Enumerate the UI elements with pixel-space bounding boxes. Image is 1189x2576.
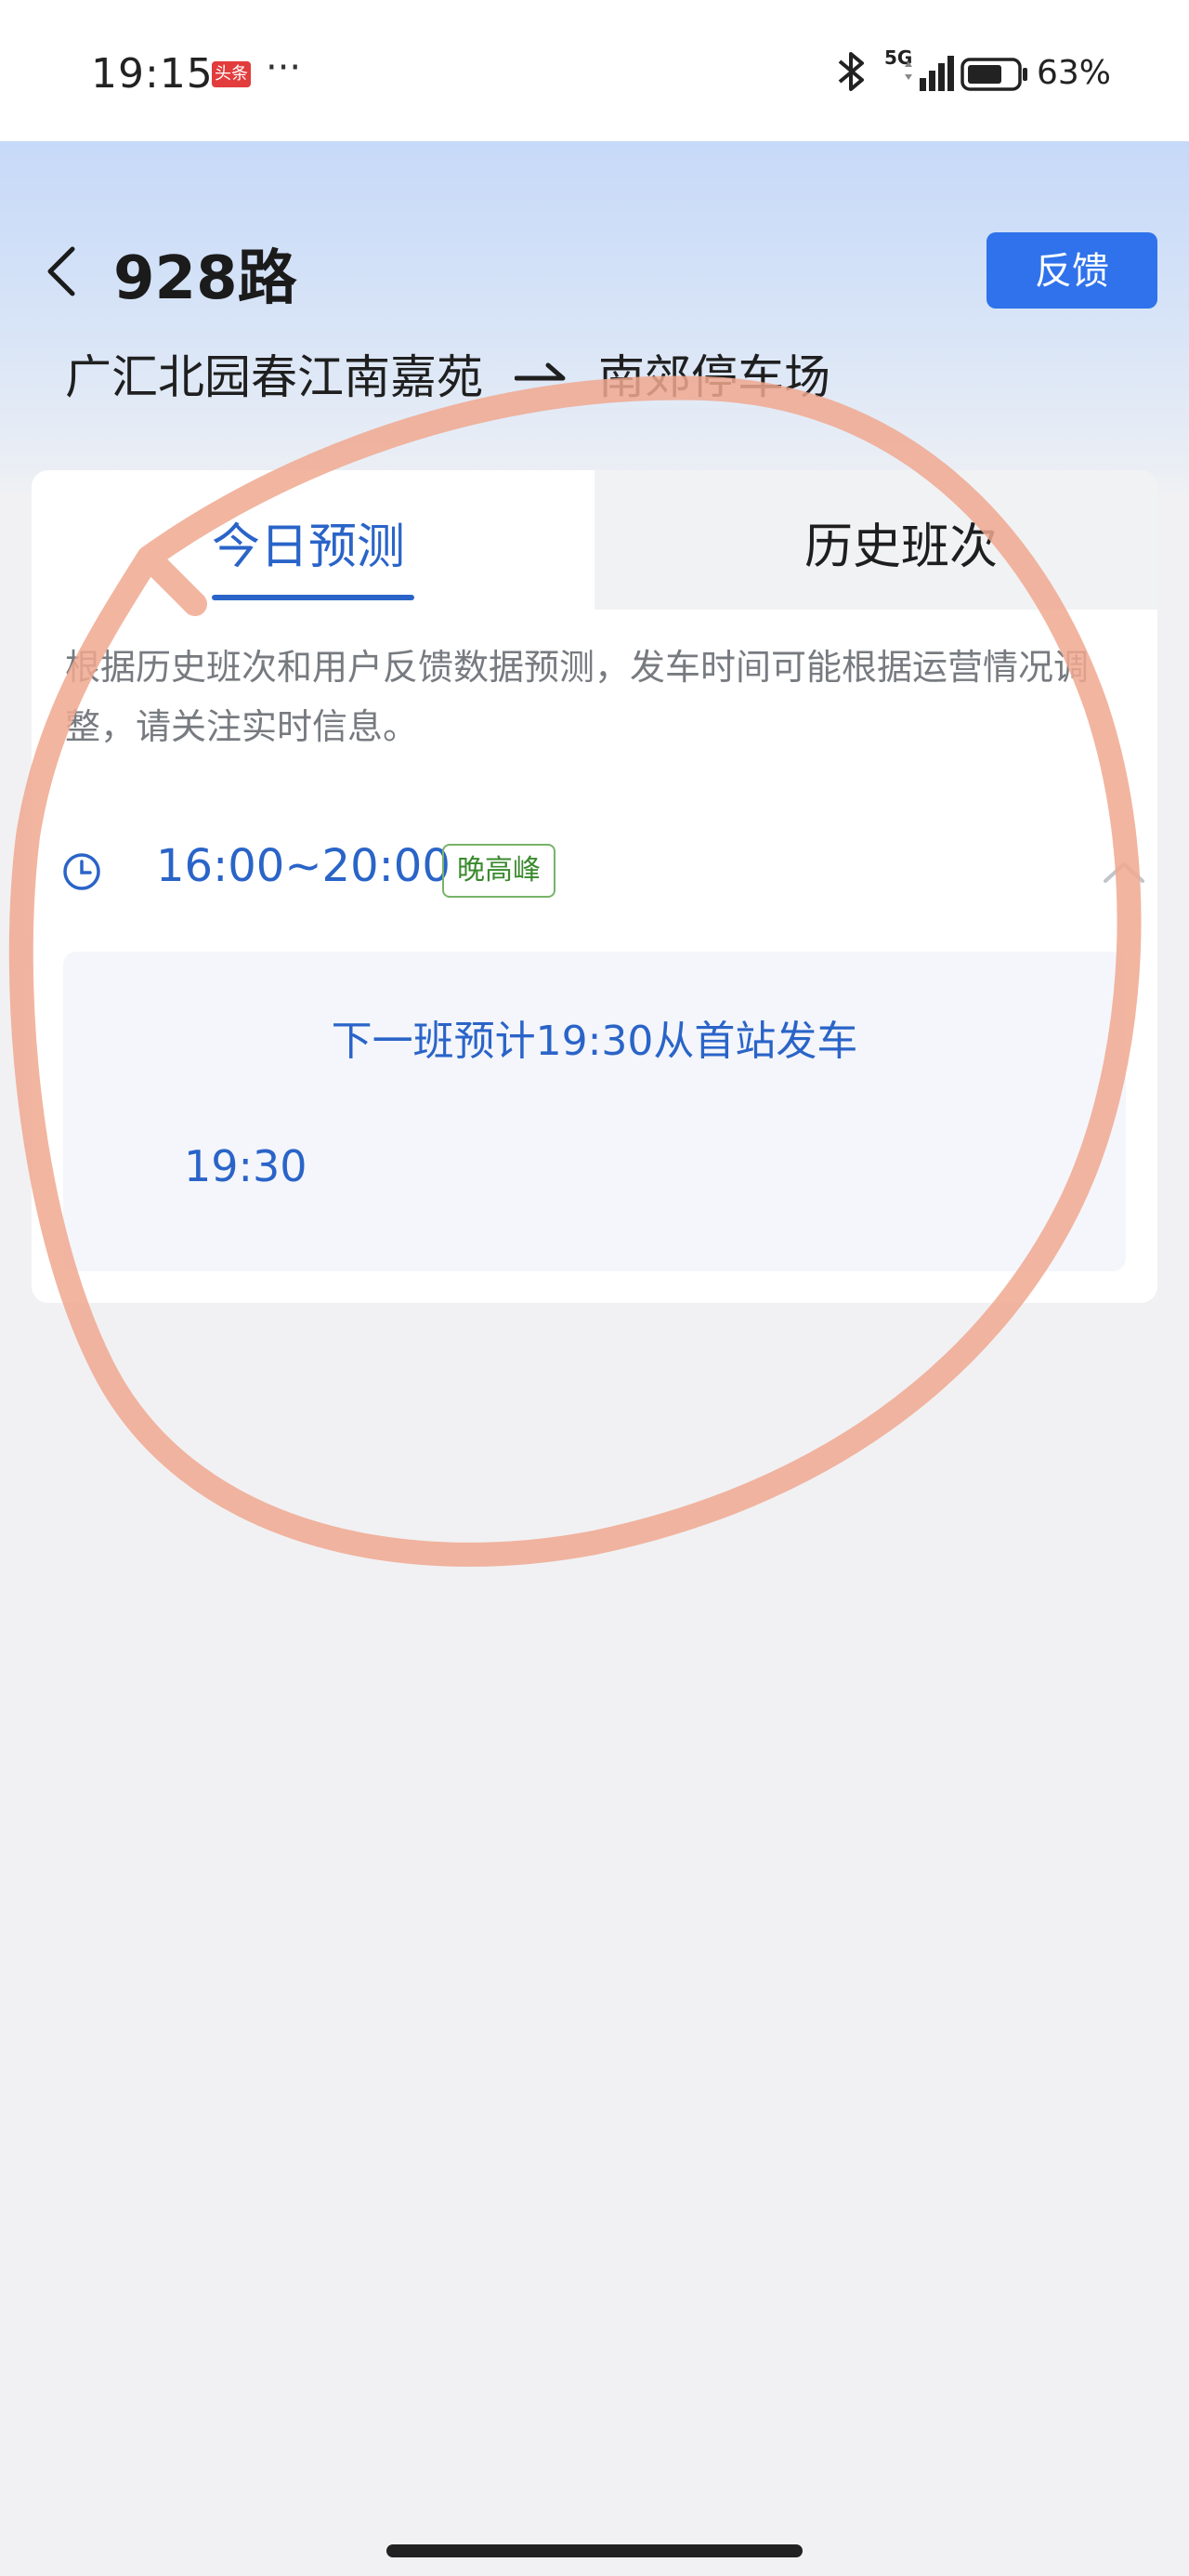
home-indicator[interactable] xyxy=(386,2544,803,2557)
handdrawn-circle-annotation xyxy=(8,375,1142,1567)
